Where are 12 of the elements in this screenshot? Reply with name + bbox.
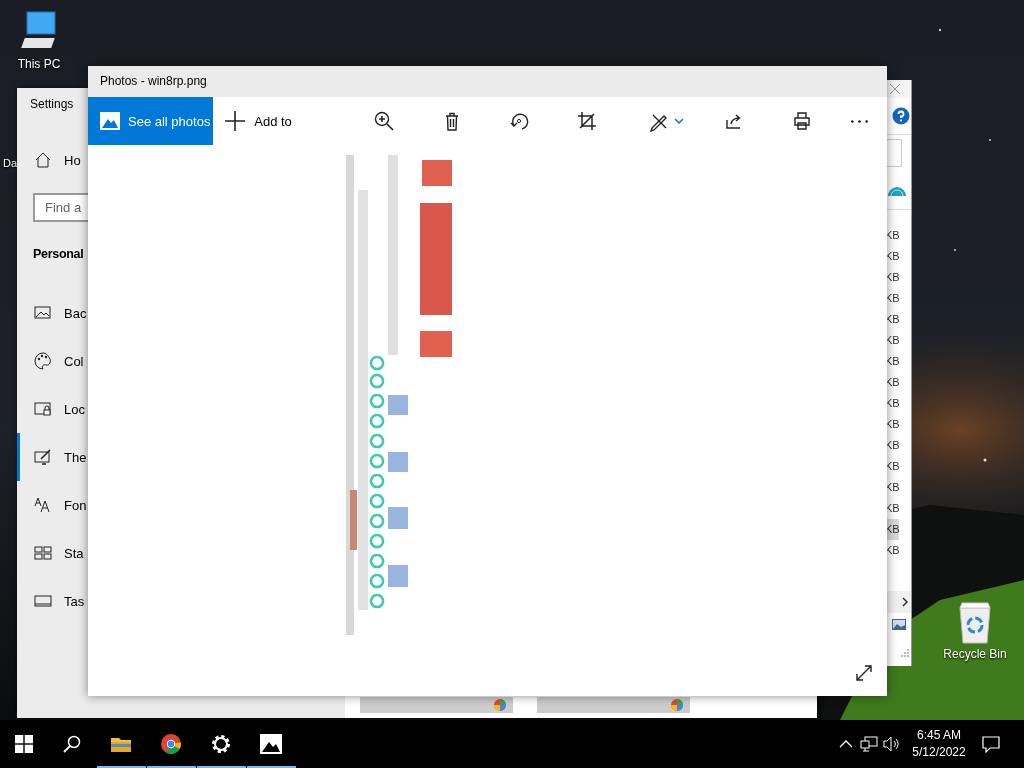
date-text: 5/12/2022 — [912, 744, 966, 761]
chevron-up-icon[interactable] — [838, 740, 853, 748]
notification-icon[interactable] — [982, 735, 1000, 753]
time-text: 6:45 AM — [917, 727, 961, 744]
clock[interactable]: 6:45 AM 5/12/2022 — [903, 720, 975, 768]
gear-icon — [209, 732, 233, 756]
search-icon — [63, 735, 81, 753]
windows-icon — [15, 735, 33, 753]
picture-icon — [259, 732, 283, 756]
browser-icon — [159, 732, 183, 756]
network-icon[interactable] — [859, 736, 878, 752]
volume-icon[interactable] — [882, 736, 901, 752]
